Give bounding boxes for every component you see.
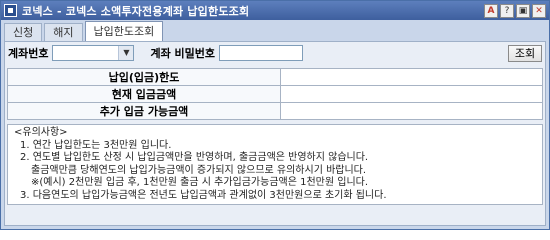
current-deposit-value [280,85,543,103]
limit-label: 납입(입금)한도 [7,68,281,86]
tab-cancel[interactable]: 해지 [44,23,83,41]
title-buttons: A ? ▣ ✕ [484,3,546,18]
chevron-down-icon[interactable]: ▼ [118,46,134,60]
note-line: ※(예시) 2천만원 입금 후, 1천만원 출금 시 추가입금가능금액은 1천만… [31,177,369,188]
app-window: 코넥스 - 코넥스 소액투자전용계좌 납입한도조회 A ? ▣ ✕ 신청 해지 … [0,0,550,230]
window-title: 코넥스 - 코넥스 소액투자전용계좌 납입한도조회 [22,4,250,18]
search-row: 계좌번호 ▼ 계좌 비밀번호 조회 [5,42,545,64]
tab-apply[interactable]: 신청 [4,23,43,41]
note-line: 2. 연도별 납입한도 산정 시 납입금액만을 반영하며, 출금금액은 반영하지… [20,152,369,163]
note-line: 3. 다음연도의 납입가능금액은 전년도 납입금액과 관계없이 3천만원으로 초… [20,189,387,201]
table-row: 납입(입금)한도 [7,68,543,86]
limit-value [280,68,543,86]
help-button[interactable]: ? [500,3,514,18]
tab-bar: 신청 해지 납입한도조회 [1,20,549,41]
tab-limit-inquiry[interactable]: 납입한도조회 [84,21,164,41]
table-row: 추가 입금 가능금액 [7,102,543,120]
password-label: 계좌 비밀번호 [150,47,216,60]
current-deposit-label: 현재 입금금액 [7,85,281,103]
available-deposit-label: 추가 입금 가능금액 [7,102,281,120]
inquiry-panel: 계좌번호 ▼ 계좌 비밀번호 조회 납입(입금)한도 현재 입금금액 추가 입금… [4,41,546,226]
note-line: 출금액만큼 당해연도의 납입가능금액이 증가되지 않으므로 유의하시기 바랍니다… [31,164,367,176]
account-select[interactable]: ▼ [52,45,135,61]
title-bar[interactable]: 코넥스 - 코넥스 소액투자전용계좌 납입한도조회 A ? ▣ ✕ [1,1,549,20]
font-size-button[interactable]: A [484,3,498,18]
pin-icon[interactable]: ▣ [516,3,530,18]
table-row: 현재 입금금액 [7,85,543,103]
available-deposit-value [280,102,543,120]
note-line: 1. 연간 납입한도는 3천만원 입니다. [20,139,172,151]
notes-box: <유의사항> 1. 연간 납입한도는 3천만원 입니다. 2. 연도별 납입한도… [7,124,543,205]
query-button[interactable]: 조회 [508,44,542,62]
limit-table: 납입(입금)한도 현재 입금금액 추가 입금 가능금액 [7,68,543,120]
app-icon [4,4,17,17]
notes-header: <유의사항> [14,127,68,138]
close-button[interactable]: ✕ [532,3,546,18]
password-input[interactable] [219,45,304,61]
account-label: 계좌번호 [8,47,49,60]
